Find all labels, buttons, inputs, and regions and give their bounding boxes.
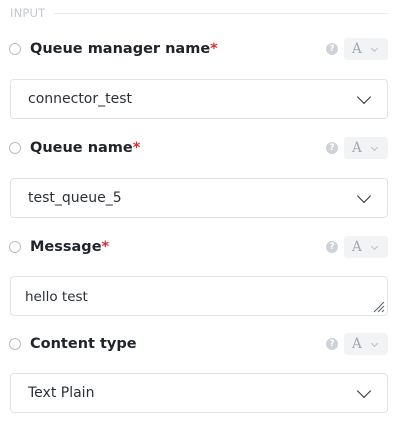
radio-queue-name[interactable] xyxy=(9,142,21,154)
chevron-down-icon xyxy=(356,188,372,204)
chevron-down-icon xyxy=(370,143,379,152)
field-queue-manager-name: Queue manager name* ? A xyxy=(0,38,400,62)
resize-handle-icon[interactable] xyxy=(371,299,385,313)
text-type-icon: A xyxy=(352,140,362,156)
chevron-down-icon xyxy=(370,44,379,53)
radio-queue-manager-name[interactable] xyxy=(9,43,21,55)
field-label-text: Queue manager name xyxy=(30,41,211,57)
field-label-content-type: Content type xyxy=(30,335,137,353)
question-circle-icon[interactable]: ? xyxy=(326,241,338,253)
field-message: Message* ? A xyxy=(0,236,400,260)
section-title: INPUT xyxy=(10,6,46,20)
message-value: hello test xyxy=(25,289,88,305)
radio-content-type[interactable] xyxy=(9,338,21,350)
chevron-down-icon xyxy=(370,339,379,348)
type-select-content-type[interactable]: A xyxy=(344,333,388,355)
chevron-down-icon xyxy=(356,383,372,399)
radio-message[interactable] xyxy=(9,241,21,253)
question-circle-icon[interactable]: ? xyxy=(326,43,338,55)
type-select-queue-manager-name[interactable]: A xyxy=(344,38,388,60)
field-label-text: Message xyxy=(30,239,102,255)
queue-name-value: test_queue_5 xyxy=(28,190,122,206)
chevron-down-icon xyxy=(370,242,379,251)
text-type-icon: A xyxy=(352,41,362,57)
question-circle-icon[interactable]: ? xyxy=(326,142,338,154)
field-label-text: Queue name xyxy=(30,140,133,156)
section-divider xyxy=(54,13,388,14)
message-textarea[interactable]: hello test xyxy=(10,276,388,316)
queue-name-select[interactable]: test_queue_5 xyxy=(10,178,388,218)
text-type-icon: A xyxy=(352,239,362,255)
chevron-down-icon xyxy=(356,89,372,105)
text-type-icon: A xyxy=(352,336,362,352)
field-label-queue-name: Queue name* xyxy=(30,139,140,157)
type-select-queue-name[interactable]: A xyxy=(344,137,388,159)
section-header: INPUT xyxy=(10,6,388,20)
required-marker: * xyxy=(132,140,141,156)
field-label-message: Message* xyxy=(30,238,109,256)
required-marker: * xyxy=(101,239,110,255)
field-content-type: Content type ? A xyxy=(0,333,400,357)
field-queue-name: Queue name* ? A xyxy=(0,137,400,161)
field-label-queue-manager-name: Queue manager name* xyxy=(30,40,218,58)
type-select-message[interactable]: A xyxy=(344,236,388,258)
content-type-select[interactable]: Text Plain xyxy=(10,373,388,413)
required-marker: * xyxy=(210,41,218,57)
field-label-text: Content type xyxy=(30,336,137,352)
content-type-value: Text Plain xyxy=(28,385,95,401)
queue-manager-name-value: connector_test xyxy=(28,91,133,107)
queue-manager-name-select[interactable]: connector_test xyxy=(10,79,388,119)
question-circle-icon[interactable]: ? xyxy=(326,338,338,350)
